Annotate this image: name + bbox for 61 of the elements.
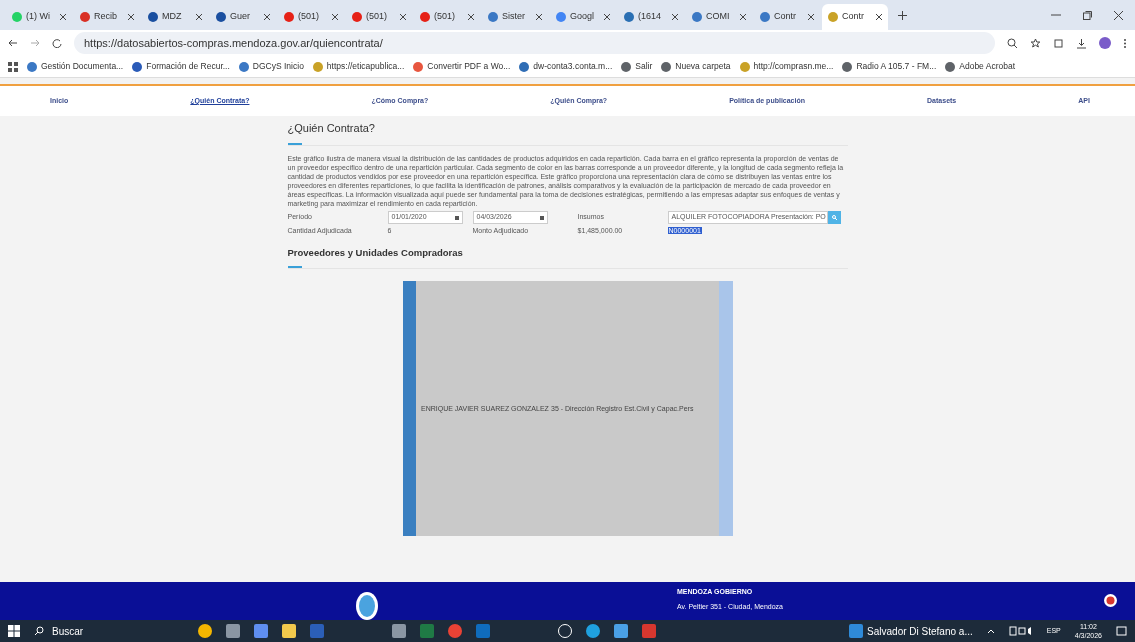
bookmark-link[interactable]: Salir <box>621 60 653 73</box>
close-icon[interactable] <box>128 14 134 20</box>
close-icon[interactable] <box>264 14 270 20</box>
close-icon[interactable] <box>468 14 474 20</box>
browser-tab[interactable]: (501) <box>414 4 480 30</box>
search-icon <box>34 626 44 636</box>
emblem-icon <box>355 590 379 620</box>
start-icon[interactable] <box>8 625 20 637</box>
notification-icon[interactable] <box>1116 625 1127 637</box>
close-icon[interactable] <box>740 14 746 20</box>
bookmark-link[interactable]: http://comprasn.me... <box>739 60 834 73</box>
menu-icon[interactable] <box>1123 37 1127 49</box>
close-icon[interactable] <box>60 14 66 20</box>
taskbar-window-button[interactable]: Salvador Di Stefano a... <box>849 623 973 639</box>
bookmark-link[interactable]: Adobe Acrobat <box>945 60 1016 73</box>
apps-grid-icon[interactable] <box>8 61 18 72</box>
browser-tab[interactable]: Sister <box>482 4 548 30</box>
close-icon[interactable] <box>332 14 338 20</box>
close-icon[interactable] <box>876 14 882 20</box>
close-icon[interactable] <box>400 14 406 20</box>
bookmark-link[interactable]: dw-conta3.conta.m... <box>519 60 613 73</box>
chevron-up-icon[interactable] <box>986 628 995 634</box>
browser-tab[interactable]: Contr <box>754 4 820 30</box>
browser-tab[interactable]: (1) Wi <box>6 4 72 30</box>
browser-tab[interactable]: COMI <box>686 4 752 30</box>
section-title: Proveedores y Unidades Compradoras <box>287 246 464 259</box>
browser-tab[interactable]: (501) <box>278 4 344 30</box>
browser-tab[interactable]: (1614 <box>618 4 684 30</box>
new-tab-icon[interactable] <box>898 10 907 20</box>
close-icon[interactable] <box>536 14 542 20</box>
profile-avatar-icon[interactable] <box>1099 37 1111 49</box>
extensions-icon[interactable] <box>1053 37 1064 49</box>
network-icon[interactable] <box>1008 626 1033 636</box>
page-title: ¿Quién Contrata? <box>287 122 376 136</box>
bookmark-link[interactable]: https://eticapublica... <box>312 60 405 73</box>
close-icon[interactable] <box>604 14 610 20</box>
browser-tab[interactable]: (501) <box>346 4 412 30</box>
taskbar-search-field[interactable]: Buscar <box>34 623 184 639</box>
close-icon[interactable] <box>1114 10 1123 20</box>
browser-tab[interactable]: Contr <box>822 4 888 30</box>
close-icon[interactable] <box>808 14 814 20</box>
back-icon[interactable] <box>8 38 18 48</box>
search-icon <box>831 215 837 221</box>
close-icon[interactable] <box>196 14 202 20</box>
address-bar[interactable]: https://datosabiertos-compras.mendoza.gov.ar/quiencontrata/ <box>74 31 995 55</box>
bookmark-link[interactable]: Nueva carpeta <box>661 60 731 73</box>
bookmark-link[interactable]: Formación de Recur... <box>132 60 230 73</box>
zoom-icon[interactable] <box>1007 37 1018 49</box>
browser-tab[interactable]: Recib <box>74 4 140 30</box>
browser-tab[interactable]: MDZ <box>142 4 208 30</box>
bookmark-link[interactable]: DGCyS Inicio <box>238 60 304 73</box>
download-icon[interactable] <box>1076 37 1087 49</box>
restore-icon[interactable] <box>1083 10 1092 20</box>
bookmark-link[interactable]: Convertir PDF a Wo... <box>413 60 511 73</box>
browser-tab[interactable]: Googl <box>550 4 616 30</box>
reload-icon[interactable] <box>52 38 62 48</box>
bookmark-link[interactable]: Gestión Documenta... <box>27 60 124 73</box>
bookmark-link[interactable]: Radio A 105.7 - FM... <box>842 60 937 73</box>
browser-tab[interactable]: Guer <box>210 4 276 30</box>
close-icon[interactable] <box>672 14 678 20</box>
star-icon[interactable] <box>1030 37 1041 49</box>
